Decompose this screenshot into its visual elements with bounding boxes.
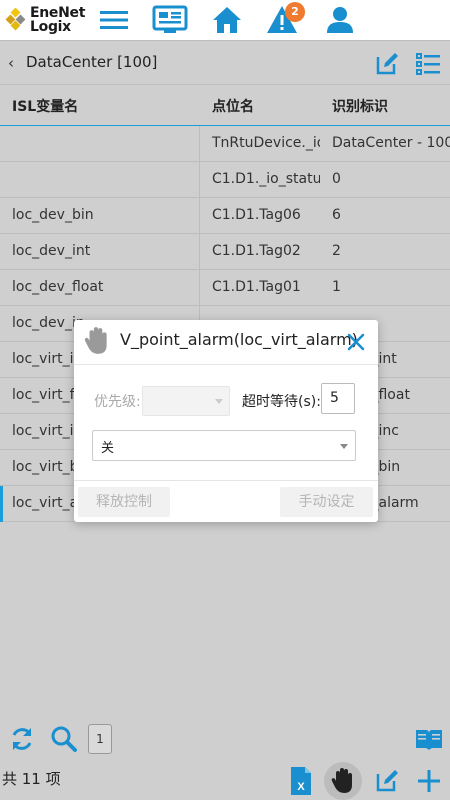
- column-header-point[interactable]: 点位名: [212, 96, 254, 116]
- user-icon[interactable]: [324, 4, 356, 36]
- column-divider: [199, 126, 200, 342]
- edit-icon[interactable]: [374, 51, 400, 77]
- enenet-logix-logo: EneNet Logix: [4, 4, 86, 36]
- manual-control-button[interactable]: [324, 762, 362, 800]
- hand-icon: [331, 768, 352, 793]
- svg-text:X: X: [297, 781, 305, 793]
- search-icon[interactable]: [50, 725, 78, 753]
- table-header: ISL变量名 点位名 识别标识: [0, 84, 450, 126]
- column-header-id[interactable]: 识别标识: [332, 96, 388, 116]
- manual-control-dialog: V_point_alarm(loc_virt_alarm) 优先级: 超时等待(…: [74, 320, 378, 522]
- cell-point: C1.D1._io_status: [212, 171, 320, 187]
- cell-id: t_bin: [366, 459, 401, 475]
- edit-icon[interactable]: [374, 768, 400, 794]
- dialog-footer-divider: [74, 480, 378, 481]
- timeout-label: 超时等待(s):: [242, 394, 321, 410]
- dialog-divider: [74, 364, 378, 365]
- priority-label: 优先级:: [94, 394, 141, 410]
- table-row[interactable]: loc_dev_bin C1.D1.Tag06 6: [0, 198, 450, 234]
- table-row[interactable]: C1.D1._io_status 0: [0, 162, 450, 198]
- total-count: 共 11 项: [2, 770, 61, 788]
- list-view-icon[interactable]: [416, 51, 442, 77]
- cell-id: 0: [332, 171, 341, 187]
- refresh-icon[interactable]: [8, 725, 36, 753]
- cell-id: DataCenter - 100: [332, 135, 450, 151]
- cell-isl: loc_dev_int: [12, 243, 91, 259]
- book-icon[interactable]: [414, 725, 444, 753]
- cell-id: t_inc: [366, 423, 399, 439]
- cell-id: 6: [332, 207, 341, 223]
- cell-point: C1.D1.Tag06: [212, 207, 301, 223]
- alarm-count-badge: 2: [285, 2, 305, 22]
- close-icon[interactable]: [346, 332, 366, 352]
- state-select[interactable]: 关: [92, 430, 356, 461]
- table-row[interactable]: TnRtuDevice._io_ DataCenter - 100: [0, 126, 450, 162]
- state-select-value: 关: [101, 441, 115, 456]
- page-number[interactable]: 1: [88, 724, 112, 754]
- cell-id: t_float: [366, 387, 410, 403]
- home-icon[interactable]: [211, 4, 243, 36]
- cell-point: C1.D1.Tag01: [212, 279, 301, 295]
- dashboard-icon[interactable]: [152, 4, 188, 36]
- chevron-down-icon: [340, 444, 348, 449]
- back-chevron-icon[interactable]: ‹: [8, 54, 14, 72]
- timeout-input[interactable]: 5: [321, 383, 355, 414]
- cell-isl: loc_dev_float: [12, 279, 104, 295]
- cell-isl: loc_dev_bin: [12, 207, 94, 223]
- release-control-button[interactable]: 释放控制: [78, 487, 170, 517]
- cell-point: TnRtuDevice._io_: [212, 135, 320, 151]
- page-header: ‹ DataCenter [100]: [0, 40, 450, 84]
- table-row[interactable]: loc_dev_int C1.D1.Tag02 2: [0, 234, 450, 270]
- cell-id: t_int: [366, 351, 397, 367]
- hand-icon: [84, 327, 107, 354]
- cell-id: t_alarm: [366, 495, 419, 511]
- page-title: DataCenter [100]: [26, 53, 158, 71]
- top-nav-bar: EneNet Logix 2: [0, 0, 450, 40]
- menu-icon[interactable]: [98, 4, 130, 36]
- cell-id: 2: [332, 243, 341, 259]
- export-excel-icon[interactable]: X: [289, 766, 313, 796]
- cell-id: 1: [332, 279, 341, 295]
- dialog-title: V_point_alarm(loc_virt_alarm): [120, 330, 358, 349]
- cell-point: C1.D1.Tag02: [212, 243, 301, 259]
- bottom-toolbar: X: [0, 720, 450, 800]
- priority-select[interactable]: [142, 386, 230, 416]
- table-row[interactable]: loc_dev_float C1.D1.Tag01 1: [0, 270, 450, 306]
- add-icon[interactable]: [416, 768, 442, 794]
- logo-text-line2: Logix: [30, 19, 71, 35]
- logo-icon: [5, 8, 26, 31]
- manual-set-button[interactable]: 手动设定: [280, 487, 373, 517]
- column-header-isl[interactable]: ISL变量名: [12, 96, 78, 116]
- chevron-down-icon: [215, 399, 223, 404]
- selected-row-indicator: [0, 486, 3, 522]
